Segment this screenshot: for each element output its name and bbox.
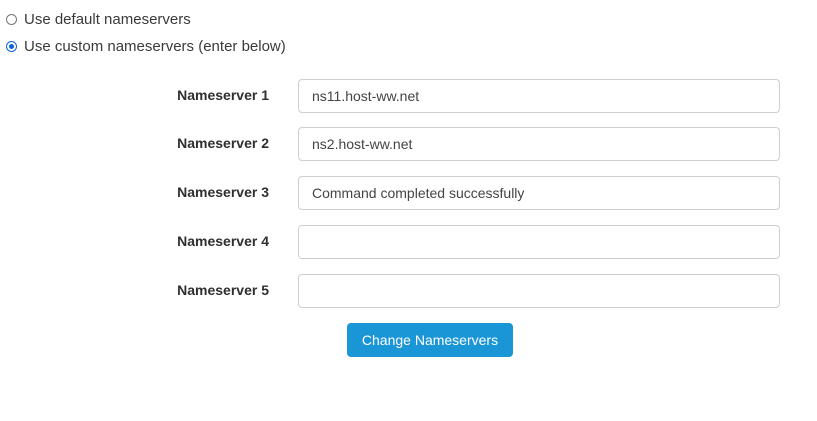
nameserver-3-input[interactable] bbox=[298, 176, 780, 210]
custom-nameservers-radio[interactable] bbox=[6, 41, 17, 52]
custom-nameservers-option[interactable]: Use custom nameservers (enter below) bbox=[6, 38, 286, 55]
nameserver-3-label: Nameserver 3 bbox=[177, 184, 269, 200]
custom-nameservers-label[interactable]: Use custom nameservers (enter below) bbox=[24, 38, 286, 55]
nameserver-2-row: Nameserver 2 bbox=[0, 127, 817, 161]
nameserver-3-row: Nameserver 3 bbox=[0, 176, 817, 210]
nameserver-2-label: Nameserver 2 bbox=[177, 135, 269, 151]
default-nameservers-label[interactable]: Use default nameservers bbox=[24, 11, 191, 28]
nameserver-4-input[interactable] bbox=[298, 225, 780, 259]
nameserver-1-label: Nameserver 1 bbox=[177, 87, 269, 103]
nameserver-5-input[interactable] bbox=[298, 274, 780, 308]
nameserver-1-row: Nameserver 1 bbox=[0, 79, 817, 113]
default-nameservers-option[interactable]: Use default nameservers bbox=[6, 11, 191, 28]
change-nameservers-button[interactable]: Change Nameservers bbox=[347, 323, 513, 357]
nameserver-1-input[interactable] bbox=[298, 79, 780, 113]
nameserver-5-row: Nameserver 5 bbox=[0, 274, 817, 308]
nameserver-4-row: Nameserver 4 bbox=[0, 225, 817, 259]
default-nameservers-radio[interactable] bbox=[6, 14, 17, 25]
nameserver-2-input[interactable] bbox=[298, 127, 780, 161]
nameserver-5-label: Nameserver 5 bbox=[177, 282, 269, 298]
nameserver-4-label: Nameserver 4 bbox=[177, 233, 269, 249]
